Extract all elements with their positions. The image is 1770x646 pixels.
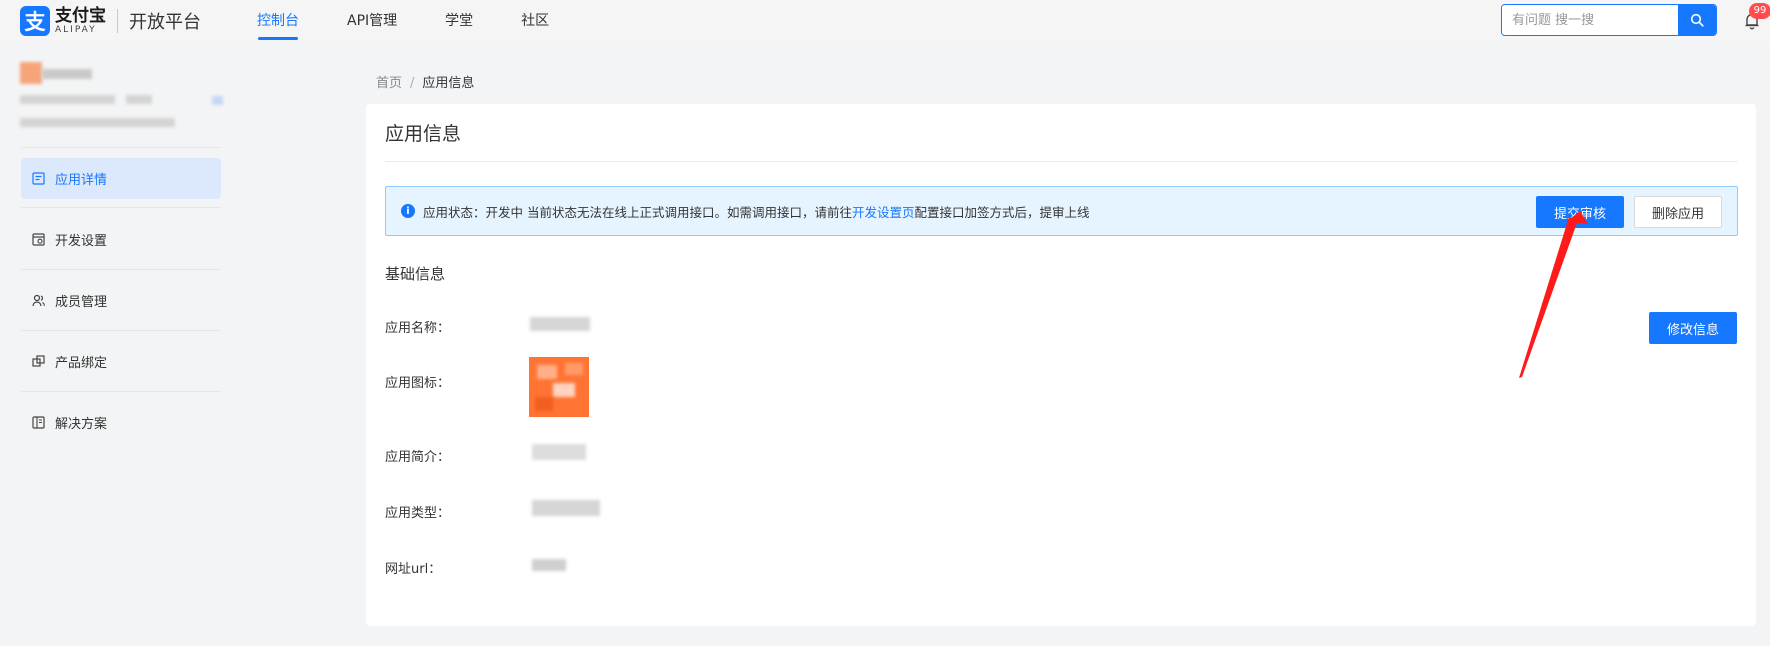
app-icon-image xyxy=(529,357,589,417)
logo-brand-cn: 支付宝 xyxy=(55,5,106,26)
field-label-app-intro: 应用简介： xyxy=(385,450,451,465)
sidebar-item-solutions[interactable]: 解决方案 xyxy=(21,402,221,443)
product-binding-icon xyxy=(31,355,45,369)
nav-academy[interactable]: 学堂 xyxy=(445,0,473,42)
dev-settings-icon xyxy=(31,233,45,247)
search-button[interactable] xyxy=(1678,5,1716,35)
sidebar: 应用详情 开发设置 成员管理 产品绑定 解决方案 xyxy=(0,42,240,646)
platform-title: 开放平台 xyxy=(129,12,201,33)
alipay-logo[interactable]: 支 支付宝 ALIPAY 开放平台 xyxy=(20,6,201,36)
sidebar-item-product-binding[interactable]: 产品绑定 xyxy=(21,341,221,382)
sidebar-item-label: 开发设置 xyxy=(55,234,108,249)
members-icon xyxy=(31,294,45,308)
delete-app-button[interactable]: 删除应用 xyxy=(1634,196,1722,228)
sidebar-item-label: 成员管理 xyxy=(55,295,108,310)
sidebar-item-label: 应用详情 xyxy=(55,173,108,188)
sidebar-divider xyxy=(21,269,221,270)
app-name-value-blurred xyxy=(530,317,590,331)
search-input[interactable] xyxy=(1502,5,1678,35)
sidebar-item-dev-settings[interactable]: 开发设置 xyxy=(21,219,221,260)
field-label-app-name: 应用名称： xyxy=(385,321,451,336)
title-divider xyxy=(385,161,1738,162)
info-icon: i xyxy=(401,204,415,218)
app-type-value-blurred xyxy=(532,500,600,516)
alipay-logo-icon: 支 xyxy=(20,6,50,36)
nav-api-management[interactable]: API管理 xyxy=(347,0,397,42)
field-label-url: 网址url： xyxy=(385,562,442,577)
sidebar-item-app-detail[interactable]: 应用详情 xyxy=(21,158,221,199)
sidebar-item-label: 产品绑定 xyxy=(55,356,108,371)
sidebar-divider xyxy=(21,330,221,331)
field-label-app-icon: 应用图标： xyxy=(385,376,451,391)
sidebar-item-label: 解决方案 xyxy=(55,417,108,432)
app-info-card: 应用信息 i 应用状态：开发中 当前状态无法在线上正式调用接口。如需调用接口，请… xyxy=(366,104,1756,626)
url-value-blurred xyxy=(532,559,566,571)
field-label-app-type: 应用类型： xyxy=(385,506,451,521)
app-detail-icon xyxy=(31,172,45,186)
nav-console[interactable]: 控制台 xyxy=(257,0,299,42)
top-nav: 控制台 API管理 学堂 社区 xyxy=(257,0,597,42)
solutions-icon xyxy=(31,416,45,430)
page-title: 应用信息 xyxy=(385,123,462,145)
alert-suffix: 配置接口加签方式后，提审上线 xyxy=(914,204,1090,220)
top-bar: 支 支付宝 ALIPAY 开放平台 控制台 API管理 学堂 社区 99 xyxy=(0,0,1770,42)
dev-settings-link[interactable]: 开发设置页 xyxy=(852,205,915,220)
notification-badge: 99 xyxy=(1749,3,1770,19)
sidebar-divider xyxy=(21,147,221,148)
app-intro-value-blurred xyxy=(532,444,586,460)
search-icon xyxy=(1690,13,1704,27)
breadcrumb-home[interactable]: 首页 xyxy=(376,76,402,91)
alert-prefix: 应用状态：开发中 当前状态无法在线上正式调用接口。如需调用接口，请前往 xyxy=(423,204,852,220)
sidebar-divider xyxy=(21,207,221,208)
app-status-alert: i 应用状态：开发中 当前状态无法在线上正式调用接口。如需调用接口，请前往开发设… xyxy=(385,186,1738,236)
breadcrumb: 首页 / 应用信息 xyxy=(376,72,474,91)
breadcrumb-separator: / xyxy=(410,76,415,91)
search-box xyxy=(1501,4,1717,36)
section-title-basic-info: 基础信息 xyxy=(385,265,446,283)
breadcrumb-current: 应用信息 xyxy=(422,76,475,91)
alert-message: 应用状态：开发中 当前状态无法在线上正式调用接口。如需调用接口，请前往开发设置页… xyxy=(423,202,1090,221)
nav-community[interactable]: 社区 xyxy=(521,0,549,42)
logo-brand-en: ALIPAY xyxy=(55,24,97,35)
edit-info-button[interactable]: 修改信息 xyxy=(1649,312,1737,344)
sidebar-item-members[interactable]: 成员管理 xyxy=(21,280,221,321)
submit-review-button[interactable]: 提交审核 xyxy=(1536,196,1624,228)
logo-divider xyxy=(117,9,118,33)
sidebar-divider xyxy=(21,391,221,392)
